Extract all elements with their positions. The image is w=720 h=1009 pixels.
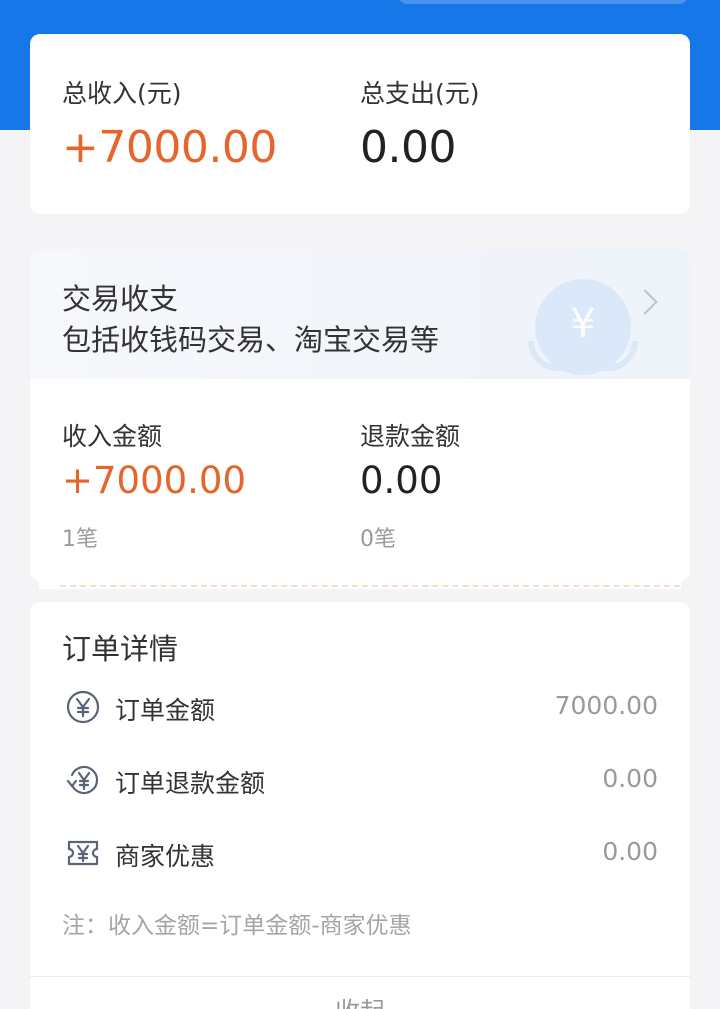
order-detail-title: 订单详情 [62,632,179,666]
income-amount-label: 收入金额 [62,422,163,451]
trade-title: 交易收支 [62,282,179,316]
collapse-divider [30,976,690,977]
income-count: 1笔 [62,527,98,552]
order-refund-label: 订单退款金额 [115,769,266,798]
trade-header[interactable]: 交易收支 包括收钱码交易、淘宝交易等 ¥ [30,249,690,379]
dashed-divider [60,585,690,587]
hand-illustration-icon [528,341,638,371]
order-amount-value: 7000.00 [554,691,658,720]
header-search-pill[interactable] [398,0,688,4]
order-amount-label: 订单金额 [115,696,216,725]
income-amount-value: +7000.00 [62,459,247,502]
refund-count: 0笔 [360,527,396,552]
formula-note: 注：收入金额=订单金额-商家优惠 [62,913,412,939]
order-refund-value: 0.00 [602,764,658,793]
trade-subtitle: 包括收钱码交易、淘宝交易等 [62,323,440,357]
yen-ticket-icon [67,840,99,866]
refund-amount-label: 退款金额 [360,422,461,451]
order-detail-card: 订单详情 订单金额 7000.00 订单退款金额 0.00 商家优惠 0.00 … [30,602,690,1009]
merchant-discount-value: 0.00 [602,837,658,866]
ticket-notch-left [30,577,39,589]
yen-refund-icon [66,765,99,795]
summary-card: 总收入(元) +7000.00 总支出(元) 0.00 [30,34,690,214]
yen-circle-icon [66,690,100,724]
trade-card: 交易收支 包括收钱码交易、淘宝交易等 ¥ 收入金额 +7000.00 1笔 退款… [30,249,690,589]
ticket-notch-right [681,577,690,589]
collapse-button[interactable]: 收起 [30,992,690,1009]
chevron-right-icon[interactable] [632,289,658,315]
total-expense-value: 0.00 [360,122,456,173]
merchant-discount-label: 商家优惠 [115,842,216,871]
total-income-value: +7000.00 [62,122,277,173]
total-expense-label: 总支出(元) [360,79,480,108]
refund-amount-value: 0.00 [360,459,443,502]
total-income-label: 总收入(元) [62,79,182,108]
